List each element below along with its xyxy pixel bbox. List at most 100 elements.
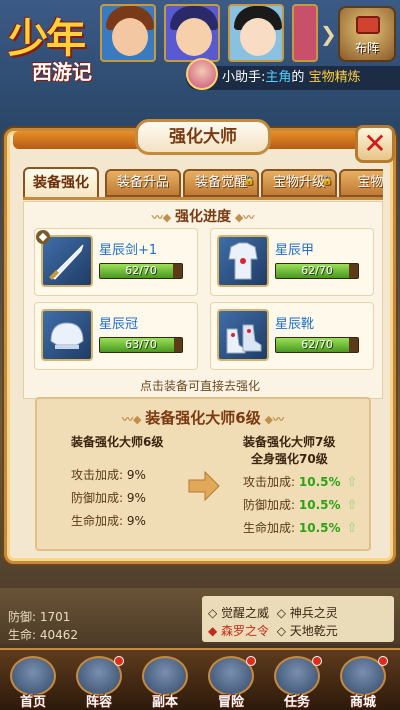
defense-bonus-value: 10.5% bbox=[298, 498, 341, 512]
enhance-hint: 点击装备可直接去强化 bbox=[139, 379, 260, 393]
title-ribbon-left bbox=[13, 131, 139, 149]
sword-icon: ◆ bbox=[36, 230, 93, 287]
boots-icon bbox=[217, 309, 269, 361]
game-logo: 少年 西游记 bbox=[2, 6, 112, 86]
attack-value: 10.5% bbox=[298, 475, 341, 489]
nav-dungeon[interactable]: 副本 bbox=[134, 656, 196, 710]
notification-dot bbox=[312, 656, 322, 666]
skill-3: 森罗之令 bbox=[221, 624, 270, 638]
hero-portrait-4[interactable] bbox=[292, 4, 318, 62]
nav-label: 商城 bbox=[349, 695, 376, 710]
tab-treasure-upgrade[interactable]: 宝物升级 🔒 bbox=[261, 169, 337, 197]
tab-equip-enhance[interactable]: 装备强化 bbox=[23, 167, 99, 199]
nav-shop[interactable]: 商城 bbox=[332, 656, 394, 710]
notification-dot bbox=[246, 656, 256, 666]
tab-equip-awaken[interactable]: 装备觉醒 🔒 bbox=[183, 169, 259, 197]
helper-tip[interactable]: 小助手:主角的 宝物精炼 bbox=[186, 66, 400, 90]
arrow-right-icon bbox=[188, 470, 220, 502]
tab-equip-upgrade[interactable]: 装备升品 bbox=[105, 169, 181, 197]
arrow-up-icon: ⇧ bbox=[346, 521, 358, 536]
close-button[interactable]: ✕ bbox=[355, 125, 395, 163]
tab-label: 装备强化 bbox=[33, 175, 89, 191]
hero-stats: 防御: 1701 生命: 40462 bbox=[8, 608, 78, 644]
life-value: 40462 bbox=[39, 628, 79, 642]
hero-portrait-1[interactable] bbox=[100, 4, 156, 62]
progress-panel: 〰◆ 强化进度 ◆〰 ◆ 星辰剑+1 62/70 星辰甲 62/70 星辰冠 6… bbox=[23, 201, 383, 399]
equip-slot-boots[interactable]: 星辰靴 62/70 bbox=[210, 302, 374, 370]
progress-text: 62/70 bbox=[301, 264, 333, 277]
defense-bonus-value: 9% bbox=[126, 491, 146, 505]
current-level-title: 装备强化大师6级 bbox=[71, 435, 164, 449]
tab-treasure-refine[interactable]: 宝物精 bbox=[339, 169, 383, 197]
master-title: 装备强化大师6级 bbox=[145, 409, 261, 427]
helper-item: 宝物精炼 bbox=[308, 70, 361, 85]
master-dialog: 强化大师 ✕ 装备强化 装备升品 装备觉醒🔒 宝物升级🔒 宝物精 〰◆ 强化进度… bbox=[4, 119, 396, 564]
dungeon-icon bbox=[142, 656, 188, 696]
equip-slot-helmet[interactable]: 星辰冠 63/70 bbox=[34, 302, 198, 370]
dialog-title: 强化大师 bbox=[135, 119, 271, 155]
helper-role: 主角 bbox=[265, 70, 292, 85]
hero-portrait-2[interactable] bbox=[164, 4, 220, 62]
nav-adventure[interactable]: 冒险 bbox=[200, 656, 262, 710]
nav-tasks[interactable]: 任务 bbox=[266, 656, 328, 710]
helper-prefix: 小助手: bbox=[222, 70, 266, 85]
life-bonus-label: 生命加成: bbox=[71, 514, 124, 528]
nav-lineup[interactable]: 阵容 bbox=[68, 656, 130, 710]
tab-label: 装备升品 bbox=[116, 175, 169, 190]
attack-label: 攻击加成: bbox=[243, 475, 296, 489]
defense-value: 1701 bbox=[39, 610, 71, 624]
nav-label: 阵容 bbox=[85, 695, 112, 710]
title-ribbon-right bbox=[267, 131, 363, 149]
nav-label: 任务 bbox=[283, 695, 310, 710]
nav-home[interactable]: 首页 bbox=[2, 656, 64, 710]
attack-value: 9% bbox=[126, 468, 146, 482]
life-label: 生命: bbox=[8, 628, 37, 642]
defense-bonus-label: 防御加成: bbox=[243, 498, 296, 512]
progress-text: 62/70 bbox=[301, 338, 333, 351]
tab-bar: 装备强化 装备升品 装备觉醒🔒 宝物升级🔒 宝物精 bbox=[23, 167, 383, 199]
nav-label: 冒险 bbox=[217, 695, 244, 710]
tab-label: 宝物升级 bbox=[272, 175, 325, 190]
defense-label: 防御: bbox=[8, 610, 37, 624]
progress-bar: 62/70 bbox=[275, 337, 359, 353]
armor-icon bbox=[217, 235, 269, 287]
helper-avatar bbox=[186, 58, 218, 90]
logo-subtitle: 西游记 bbox=[32, 60, 92, 84]
layout-button[interactable]: 布阵 bbox=[338, 6, 396, 62]
next-level-column: 装备强化大师7级 全身强化70级 攻击加成: 10.5% ⇧ 防御加成: 10.5… bbox=[243, 433, 357, 536]
scroll-right-icon[interactable]: ❯ bbox=[320, 22, 337, 46]
lock-icon: 🔒 bbox=[243, 176, 255, 186]
life-bonus-label: 生命加成: bbox=[243, 521, 296, 535]
nav-label: 首页 bbox=[19, 695, 46, 710]
notification-dot bbox=[378, 656, 388, 666]
tab-divider bbox=[23, 197, 383, 200]
progress-bar: 62/70 bbox=[99, 263, 183, 279]
hero-face bbox=[176, 18, 212, 56]
hero-face bbox=[112, 18, 148, 56]
tab-label: 宝物精 bbox=[357, 175, 383, 190]
master-panel: 〰◆ 装备强化大师6级 ◆〰 装备强化大师6级 攻击加成: 9% 防御加成: 9… bbox=[35, 397, 371, 551]
attack-label: 攻击加成: bbox=[71, 468, 124, 482]
progress-text: 62/70 bbox=[125, 264, 157, 277]
equip-name: 星辰甲 bbox=[275, 243, 315, 258]
equip-slot-sword[interactable]: ◆ 星辰剑+1 62/70 bbox=[34, 228, 198, 296]
equip-name: 星辰剑+1 bbox=[99, 243, 158, 258]
helper-middle: 的 bbox=[291, 70, 305, 85]
notification-dot bbox=[114, 656, 124, 666]
nav-label: 副本 bbox=[151, 695, 178, 710]
hero-portrait-3[interactable] bbox=[228, 4, 284, 62]
lock-icon: 🔒 bbox=[321, 176, 333, 186]
top-bar: 少年 西游记 ❯ 布阵 小助手:主角的 宝物精炼 bbox=[0, 0, 400, 110]
equip-slot-armor[interactable]: 星辰甲 62/70 bbox=[210, 228, 374, 296]
layout-label: 布阵 bbox=[354, 41, 379, 55]
close-icon: ✕ bbox=[363, 127, 387, 160]
next-level-title: 装备强化大师7级 bbox=[243, 435, 336, 449]
next-level-subtitle: 全身强化70级 bbox=[251, 452, 328, 466]
skill-2: 神兵之灵 bbox=[289, 606, 338, 620]
bottom-nav: 首页 阵容 副本 冒险 任务 商城 bbox=[0, 648, 400, 710]
home-icon bbox=[10, 656, 56, 696]
life-bonus-value: 10.5% bbox=[298, 521, 341, 535]
master-heading: 〰◆ 装备强化大师6级 ◆〰 bbox=[121, 409, 285, 427]
equip-name: 星辰冠 bbox=[99, 317, 139, 332]
progress-heading: 〰◆ 强化进度 ◆〰 bbox=[151, 209, 255, 225]
